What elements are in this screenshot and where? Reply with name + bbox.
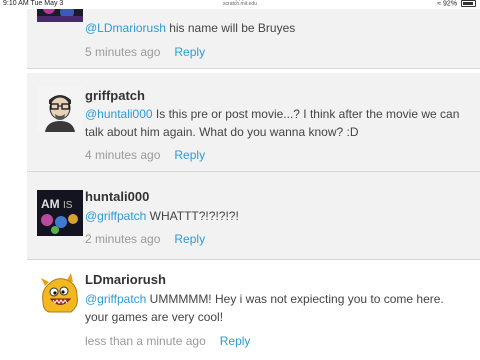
url-text: scratch.mit.edu: [223, 1, 257, 7]
comment-meta: 5 minutes ago Reply: [85, 45, 205, 59]
comment-item: griffpatch @huntali000 Is this pre or po…: [27, 73, 480, 172]
comment-meta: less than a minute ago Reply: [85, 334, 250, 348]
status-bar: 9:10 AM Tue May 3 ••• scratch.mit.edu ≈ …: [0, 0, 480, 9]
comment-body: WHATTT?!?!?!?!: [146, 209, 239, 223]
avatar[interactable]: [37, 272, 83, 318]
comment-time: less than a minute ago: [85, 334, 206, 348]
battery-label: 92%: [443, 0, 458, 8]
comment-item: AM IS huntali000 @griffpatch WHATTT?!?!?…: [27, 172, 480, 260]
comment-text: @LDmariorush his name will be Bruyes: [85, 19, 466, 37]
reply-button[interactable]: Reply: [174, 148, 205, 162]
mention-link[interactable]: @huntali000: [85, 107, 153, 121]
comment-text: @griffpatch UMMMMM! Hey i was not expiec…: [85, 290, 466, 326]
avatar[interactable]: AM IS: [37, 190, 83, 236]
comment-item: LDmariorush @griffpatch UMMMMM! Hey i wa…: [27, 260, 480, 360]
comment-text: @huntali000 Is this pre or post movie...…: [85, 105, 466, 141]
mention-link[interactable]: @griffpatch: [85, 209, 146, 223]
battery-icon: [461, 0, 476, 7]
comment-meta: 4 minutes ago Reply: [85, 148, 205, 162]
comment-item: @LDmariorush his name will be Bruyes 5 m…: [27, 0, 480, 69]
comment-text: @griffpatch WHATTT?!?!?!?!: [85, 207, 466, 225]
status-right: ≈ 92%: [437, 0, 476, 7]
comment-time: 5 minutes ago: [85, 45, 161, 59]
mention-link[interactable]: @LDmariorush: [85, 21, 166, 35]
comment-username[interactable]: huntali000: [85, 189, 149, 204]
comment-username[interactable]: LDmariorush: [85, 272, 166, 287]
wifi-icon: ≈: [437, 0, 442, 8]
avatar[interactable]: [37, 86, 83, 132]
reply-button[interactable]: Reply: [174, 232, 205, 246]
comment-body: his name will be Bruyes: [165, 21, 296, 35]
comment-time: 2 minutes ago: [85, 232, 161, 246]
svg-text:IS: IS: [63, 200, 73, 211]
comment-username[interactable]: griffpatch: [85, 88, 145, 103]
svg-text:AM: AM: [41, 197, 60, 211]
mention-link[interactable]: @griffpatch: [85, 292, 146, 306]
comment-meta: 2 minutes ago Reply: [85, 232, 205, 246]
reply-button[interactable]: Reply: [174, 45, 205, 59]
comment-time: 4 minutes ago: [85, 148, 161, 162]
reply-button[interactable]: Reply: [220, 334, 251, 348]
